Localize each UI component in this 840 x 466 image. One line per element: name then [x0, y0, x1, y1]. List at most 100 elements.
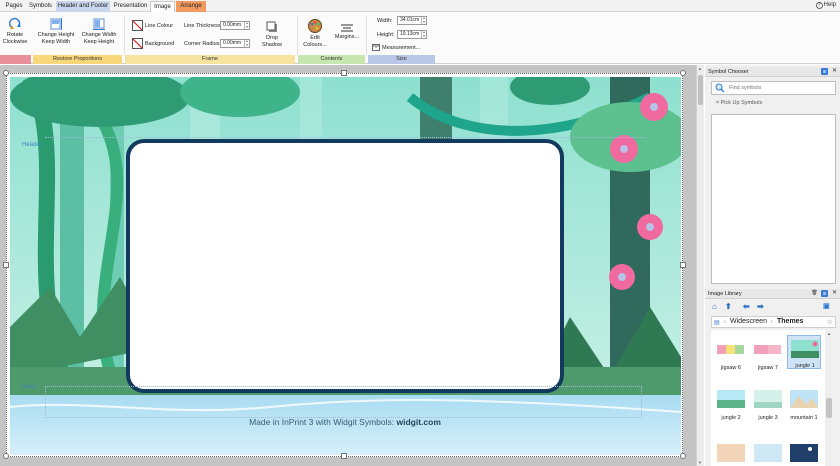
background-label: Background — [145, 40, 175, 47]
pin-icon[interactable]: ⊞ — [821, 290, 828, 297]
line-colour-button[interactable]: Line Colour — [132, 20, 180, 31]
library-item-label: mountain 1 — [790, 415, 818, 421]
width-input[interactable]: 34.01cm ▲ ▼ — [397, 16, 427, 25]
library-item[interactable] — [787, 440, 821, 466]
tab-presentation[interactable]: Presentation — [112, 1, 149, 12]
scroll-down-icon[interactable]: ▼ — [698, 460, 702, 465]
library-item[interactable] — [714, 440, 748, 466]
group-label-size: Size — [368, 55, 435, 64]
corner-radius-value: 0.00mm — [223, 40, 242, 46]
image-thumbnail — [754, 444, 782, 462]
help-button[interactable]: ? Help — [815, 2, 836, 9]
scroll-up-icon[interactable]: ▲ — [827, 331, 831, 336]
library-item[interactable]: jungle 2 — [714, 386, 748, 421]
scroll-up-icon[interactable]: ▲ — [698, 66, 702, 71]
resize-handle-top[interactable] — [341, 70, 347, 76]
up-arrow-icon[interactable]: ⬆ — [725, 301, 732, 313]
resize-handle-left[interactable] — [3, 262, 9, 268]
folder-add-icon[interactable]: ▣ — [823, 301, 830, 313]
background-button[interactable]: Background — [132, 38, 180, 49]
folder-icon: ▤ — [714, 320, 720, 326]
change-width-icon — [93, 18, 105, 30]
search-placeholder: Find symbols — [729, 85, 762, 91]
corner-radius-label: Corner Radius: — [184, 41, 221, 47]
library-item[interactable]: jigsaw 6 — [714, 336, 748, 371]
tab-arrange[interactable]: Arrange — [176, 1, 206, 12]
margins-button[interactable]: Margins... — [332, 23, 362, 41]
symbol-results-box[interactable] — [711, 114, 836, 284]
close-icon[interactable]: ✕ — [831, 68, 838, 75]
breadcrumb-widescreen[interactable]: Widescreen — [730, 318, 767, 325]
tab-symbols[interactable]: Symbols — [27, 1, 54, 12]
library-item-selected[interactable]: jungle 1 — [787, 335, 821, 369]
line-thickness-input[interactable]: 0.00mm ▲ ▼ — [220, 21, 250, 30]
image-library-breadcrumb: ▤ › Widescreen › Themes ☆ — [711, 316, 836, 328]
resize-handle-top-right[interactable] — [680, 70, 686, 76]
ruler-icon — [372, 44, 380, 51]
rotate-clockwise-button[interactable]: Rotate Clockwise — [1, 17, 29, 45]
tab-header-and-footer[interactable]: Header and Footer — [56, 1, 110, 12]
change-width-keep-height-button[interactable]: Change Width Keep Height — [78, 17, 120, 45]
tab-pages[interactable]: Pages — [2, 1, 26, 12]
jigsaw-thumbnail — [754, 345, 781, 354]
resize-handle-top-left[interactable] — [3, 70, 9, 76]
home-icon[interactable]: ⌂ — [712, 301, 717, 313]
change-height-icon — [50, 18, 62, 30]
gallery-scrollbar[interactable]: ▲ — [825, 330, 834, 466]
measurement-button[interactable]: Measurement... — [372, 44, 432, 51]
resize-handle-bottom-right[interactable] — [680, 453, 686, 459]
forward-arrow-icon[interactable]: ➡ — [757, 301, 764, 313]
pin-icon[interactable]: ⊞ — [821, 68, 828, 75]
ribbon: Rotate Clockwise Change Height Keep Widt… — [0, 12, 840, 64]
pick-up-symbols-button[interactable]: ⌗ Pick Up Symbols — [716, 100, 762, 107]
find-symbols-search[interactable]: Find symbols — [711, 81, 836, 95]
scrollbar-thumb[interactable] — [826, 398, 832, 418]
pick-up-label: Pick Up Symbols — [720, 100, 763, 106]
group-label-frame: Frame — [125, 55, 295, 64]
library-item-label: jigsaw 6 — [721, 365, 741, 371]
library-item-label: jungle 2 — [721, 415, 741, 421]
change-width-label-2: Keep Height — [83, 38, 115, 45]
breadcrumb-themes[interactable]: Themes — [777, 318, 803, 325]
symbol-chooser-title: Symbol Chooser — [708, 69, 749, 75]
change-height-keep-width-button[interactable]: Change Height Keep Width — [36, 17, 76, 45]
spin-arrows-icon[interactable]: ▲ ▼ — [421, 16, 426, 24]
edit-colours-label-2: Colours... — [303, 41, 327, 48]
chevron-right-icon: › — [771, 319, 773, 325]
drop-shadow-button[interactable]: Drop Shadow — [258, 20, 286, 48]
edit-colours-button[interactable]: Edit Colours... — [302, 18, 328, 48]
height-label: Height: — [377, 32, 395, 38]
favourite-star-icon[interactable]: ☆ — [827, 318, 833, 326]
line-thickness-label: Line Thickness: — [184, 23, 223, 29]
change-height-label-2: Keep Width — [41, 38, 71, 45]
image-library-gallery[interactable]: jigsaw 6 jigsaw 7 jungle 1 jungle 2 jung… — [711, 330, 825, 466]
corner-radius-input[interactable]: 0.00mm ▲ ▼ — [220, 39, 250, 48]
header-guide — [45, 137, 645, 138]
credit-text: Made in InPrint 3 with Widgit Symbols: w… — [0, 417, 690, 427]
line-thickness-value: 0.00mm — [223, 22, 242, 28]
ribbon-separator — [366, 16, 367, 54]
library-item[interactable]: jungle 3 — [751, 386, 785, 421]
change-height-label-1: Change Height — [37, 32, 75, 38]
footer-label: Footer — [22, 384, 37, 390]
canvas-vertical-scrollbar[interactable]: ▲ ▼ — [696, 65, 704, 466]
width-label: Width: — [377, 18, 393, 24]
image-library-title-bar: Image Library 🗑 ⊞ ✕ — [705, 289, 840, 299]
spin-arrows-icon[interactable]: ▲ ▼ — [244, 39, 249, 47]
credit-brand: widgit.com — [396, 417, 441, 427]
resize-handle-bottom-left[interactable] — [3, 453, 9, 459]
spin-arrows-icon[interactable]: ▲ ▼ — [421, 30, 426, 38]
delete-icon[interactable]: 🗑 — [811, 290, 818, 297]
back-arrow-icon[interactable]: ⬅ — [743, 301, 750, 313]
image-thumbnail — [790, 444, 818, 462]
group-label-rotate — [0, 55, 31, 64]
height-input[interactable]: 19.13cm ▲ ▼ — [397, 30, 427, 39]
resize-handle-bottom[interactable] — [341, 453, 347, 459]
close-icon[interactable]: ✕ — [831, 290, 838, 297]
resize-handle-right[interactable] — [680, 262, 686, 268]
spin-arrows-icon[interactable]: ▲ ▼ — [244, 21, 249, 29]
library-item[interactable] — [751, 440, 785, 466]
library-item[interactable]: mountain 1 — [787, 386, 821, 421]
scrollbar-thumb[interactable] — [698, 75, 703, 105]
library-item[interactable]: jigsaw 7 — [751, 336, 785, 371]
